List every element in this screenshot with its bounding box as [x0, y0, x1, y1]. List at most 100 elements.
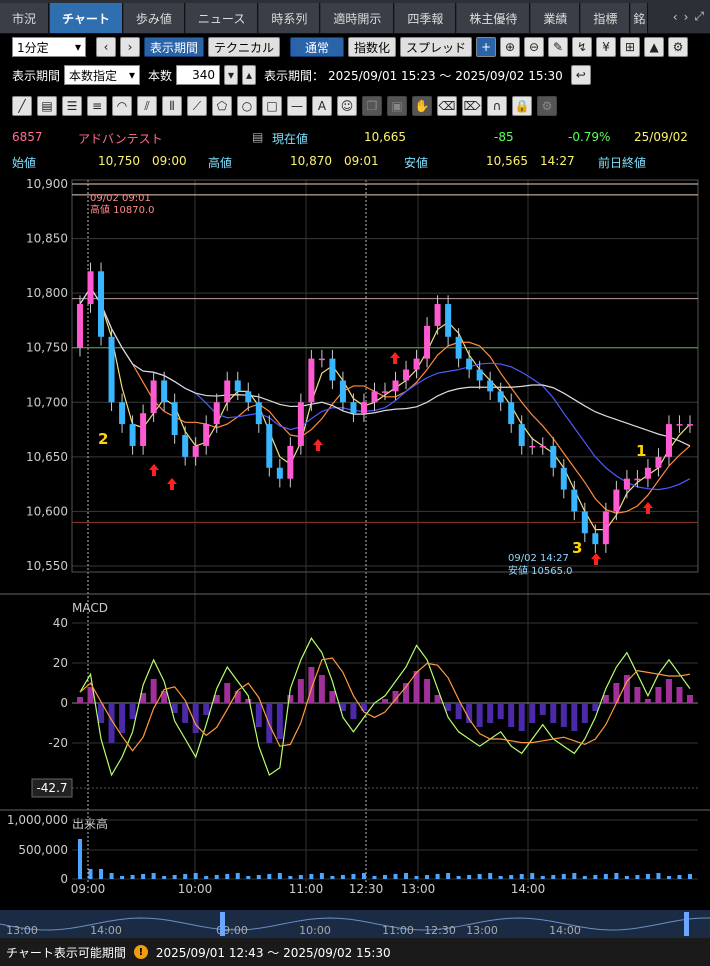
mode-spread-button[interactable]: スプレッド [400, 37, 473, 57]
volume-bar [88, 869, 93, 879]
candle-body [150, 380, 157, 414]
macd-bar [508, 703, 515, 727]
macd-bar [224, 683, 231, 703]
candle-body [434, 304, 441, 326]
pitchfork-icon[interactable]: ⟋ [187, 96, 207, 116]
ruler-icon[interactable]: ▤ [37, 96, 57, 116]
rectangle-icon[interactable]: □ [262, 96, 282, 116]
candle-body [203, 424, 210, 446]
volume-bar [246, 876, 251, 879]
tab-disclosure[interactable]: 適時開示 [321, 3, 395, 33]
volume-bar [120, 876, 125, 879]
candle-body [318, 358, 325, 361]
macd-bar [297, 679, 304, 703]
macd-label: MACD [72, 601, 108, 615]
return-icon[interactable]: ↩ [570, 65, 591, 85]
chart-area[interactable]: 10,900 10,850 10,800 10,750 10,700 10,650 10,6… [0, 172, 710, 938]
pencil-icon[interactable]: ✎ [548, 37, 569, 57]
circle-icon[interactable]: ○ [237, 96, 257, 116]
yen-icon[interactable]: ¥ [596, 37, 617, 57]
volume-bar [130, 875, 135, 879]
ichimoku-icon[interactable]: ⊞ [620, 37, 641, 57]
interval-select[interactable]: 1分定 ▾ [12, 37, 86, 57]
vlines-icon[interactable]: ⦀ [162, 96, 182, 116]
tab-quarterly[interactable]: 四季報 [395, 3, 457, 33]
volume-tick-label: 1,000,000 [7, 813, 68, 827]
macd-bar [571, 703, 578, 731]
count-label: 本数 [148, 68, 173, 83]
hlines-icon[interactable]: ☰ [62, 96, 82, 116]
candle-body [581, 511, 588, 534]
tab-ticks[interactable]: 歩み値 [123, 3, 185, 33]
icon-stamp-icon[interactable]: ☺ [337, 96, 357, 116]
macd-tick-label: 0 [60, 696, 68, 710]
technical-button[interactable]: テクニカル [208, 37, 281, 57]
zoom-out-icon[interactable]: ⊖ [524, 37, 545, 57]
volume-bar [225, 874, 230, 879]
candle-body [455, 336, 462, 359]
settings-icon: ⚙ [537, 96, 557, 116]
tab-results[interactable]: 業績 [531, 3, 581, 33]
chart-toolbar: 1分定 ▾ ‹ › 表示期間 テクニカル 通常 指数化 スプレッド + ⊕ ⊖ ✎… [0, 36, 710, 58]
tab-indicators[interactable]: 指標 [581, 3, 631, 33]
candle-body [87, 271, 94, 305]
time-tick-label: 10:00 [178, 882, 213, 896]
mode-normal-button[interactable]: 通常 [290, 37, 345, 57]
count-up-icon[interactable]: ▴ [242, 65, 257, 85]
tab-timeseries[interactable]: 時系列 [259, 3, 321, 33]
tab-more[interactable]: 銘 [631, 3, 649, 33]
tab-chart[interactable]: チャート [50, 3, 123, 33]
chevron-right-icon[interactable]: › [684, 10, 689, 24]
open-value: 10,750 [98, 154, 140, 168]
count-input[interactable]: 340 [176, 65, 221, 85]
volume-bar [214, 875, 219, 879]
wrench-icon[interactable]: ⚙ [668, 37, 689, 57]
lock-icon[interactable]: 🔒 [512, 96, 532, 116]
zoom-in-icon[interactable]: ⊕ [500, 37, 521, 57]
count-down-icon[interactable]: ▾ [224, 65, 239, 85]
candle-body [623, 478, 630, 490]
volume-bar [666, 876, 671, 879]
price-tick-label: 10,550 [26, 559, 68, 573]
prev-button[interactable]: ‹ [96, 37, 116, 57]
hline-icon[interactable]: — [287, 96, 307, 116]
volume-bar [435, 874, 440, 879]
low-label: 安値 [404, 156, 429, 170]
tab-benefits[interactable]: 株主優待 [457, 3, 531, 33]
display-select[interactable]: 本数指定 ▾ [64, 65, 141, 85]
expand-icon[interactable]: ⤢ [694, 9, 704, 24]
arc-icon[interactable]: ◠ [112, 96, 132, 116]
volume-bar [277, 873, 282, 879]
price-tick-label: 10,800 [26, 286, 68, 300]
tab-market[interactable]: 市況 [0, 3, 50, 33]
period-button[interactable]: 表示期間 [144, 37, 205, 57]
chevron-left-icon[interactable]: ‹ [673, 10, 678, 24]
dropdown-arrow-icon: ▾ [74, 40, 81, 54]
trendline-icon[interactable]: ╱ [12, 96, 32, 116]
mode-index-button[interactable]: 指数化 [348, 37, 397, 57]
high-label: 高値 [208, 156, 233, 170]
volume-bar [414, 876, 419, 879]
fan-icon[interactable]: ⫽ [137, 96, 157, 116]
magnet-icon[interactable]: ∩ [487, 96, 507, 116]
text-icon[interactable]: A [312, 96, 332, 116]
candle-body [497, 391, 504, 403]
area-chart-icon[interactable]: ▲ [644, 37, 665, 57]
navigator-handle-right [684, 912, 689, 936]
volume-bar [256, 875, 261, 879]
macd-bar [529, 703, 536, 723]
erase-all-icon[interactable]: ⌦ [462, 96, 482, 116]
pentagon-icon[interactable]: ⬠ [212, 96, 232, 116]
candle-body [77, 304, 83, 348]
volume-bar [298, 875, 303, 879]
channel-icon[interactable]: ≡ [87, 96, 107, 116]
macd-bar [150, 679, 157, 703]
eraser-icon[interactable]: ⌫ [437, 96, 457, 116]
tab-news[interactable]: ニュース [185, 3, 259, 33]
document-icon[interactable]: ▤ [252, 130, 263, 144]
next-button[interactable]: › [120, 37, 140, 57]
navigator-tick-label: 10:00 [299, 924, 331, 937]
add-icon[interactable]: + [476, 37, 497, 57]
candle-body [339, 380, 346, 403]
line-tool-icon[interactable]: ↯ [572, 37, 593, 57]
